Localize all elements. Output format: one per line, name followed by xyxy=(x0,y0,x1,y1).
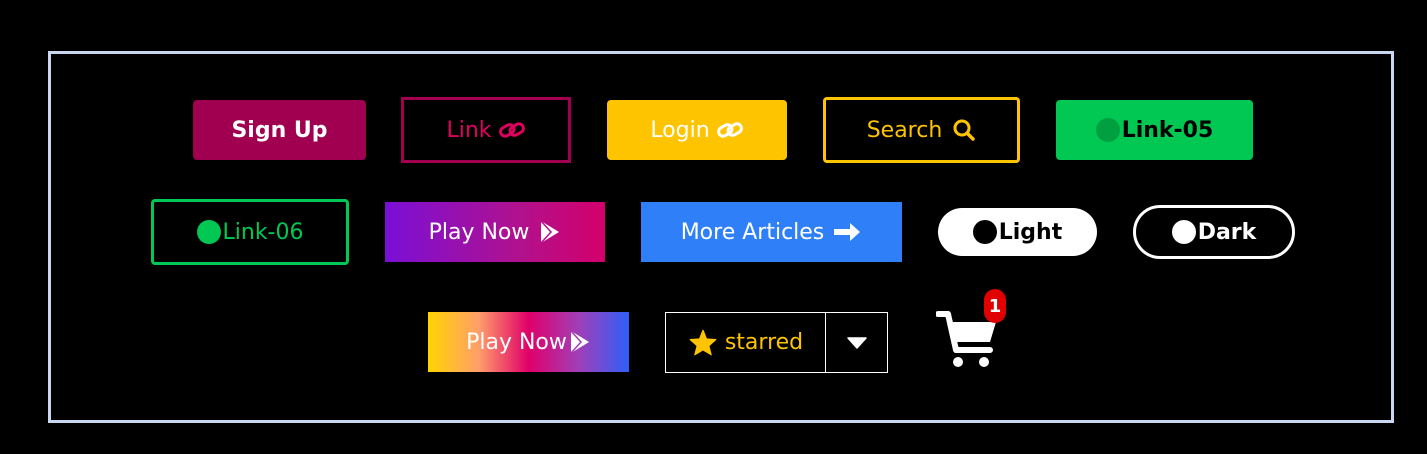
link-06-button[interactable]: Link-06 xyxy=(151,199,349,265)
link-label: Link xyxy=(446,117,492,143)
starred-dropdown-toggle[interactable] xyxy=(826,313,887,372)
dot-icon xyxy=(1171,220,1196,244)
caret-down-icon xyxy=(846,336,867,349)
dot-icon xyxy=(972,220,997,244)
cart-count-badge: 1 xyxy=(984,289,1006,323)
more-articles-button[interactable]: More Articles xyxy=(641,202,902,262)
login-label: Login xyxy=(650,117,710,143)
link-06-label: Link-06 xyxy=(222,219,304,245)
play-now-button[interactable]: Play Now xyxy=(385,202,605,262)
starred-label: starred xyxy=(724,330,804,355)
play-icon xyxy=(539,219,561,245)
sign-up-label: Sign Up xyxy=(231,117,328,143)
play-now-gradient-button[interactable]: Play Now xyxy=(428,312,629,372)
dark-label: Dark xyxy=(1197,219,1257,245)
play-now-label: Play Now xyxy=(466,329,567,355)
search-icon xyxy=(952,118,976,142)
link-icon xyxy=(498,120,526,140)
arrow-right-icon xyxy=(832,221,862,243)
login-button[interactable]: Login xyxy=(607,100,787,160)
search-label: Search xyxy=(866,117,943,143)
light-mode-button[interactable]: Light xyxy=(938,208,1097,256)
link-05-label: Link-05 xyxy=(1121,117,1214,143)
sign-up-button[interactable]: Sign Up xyxy=(193,100,366,160)
starred-split-button: starred xyxy=(665,312,888,373)
light-label: Light xyxy=(998,219,1063,245)
play-icon xyxy=(569,329,591,355)
link-05-button[interactable]: Link-05 xyxy=(1056,100,1253,160)
star-icon xyxy=(689,329,717,356)
dark-mode-button[interactable]: Dark xyxy=(1133,205,1295,259)
link-icon xyxy=(716,120,744,140)
link-outline-button[interactable]: Link xyxy=(401,97,571,163)
dot-icon xyxy=(196,220,221,244)
starred-button[interactable]: starred xyxy=(666,313,826,372)
more-articles-label: More Articles xyxy=(680,219,825,245)
play-now-label: Play Now xyxy=(428,219,530,245)
dot-icon xyxy=(1095,118,1120,142)
search-button[interactable]: Search xyxy=(823,97,1020,163)
